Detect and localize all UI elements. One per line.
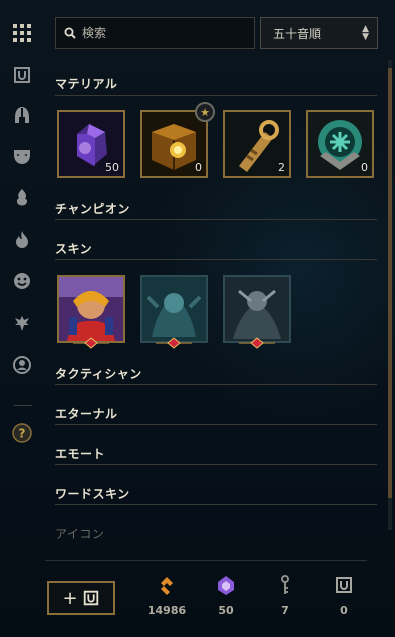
section-divider bbox=[55, 504, 377, 505]
scrollbar-thumb[interactable] bbox=[388, 68, 392, 498]
section-divider bbox=[55, 384, 377, 385]
section-title-champion[interactable]: チャンピオン bbox=[55, 200, 130, 217]
section-divider bbox=[55, 464, 377, 465]
currency-blue-essence: 14986 bbox=[142, 574, 192, 617]
skin-gem-icon bbox=[239, 337, 275, 349]
material-tile-chest[interactable]: 0 bbox=[140, 110, 208, 178]
dropdown-arrows-icon: ▲ ▼ bbox=[362, 24, 369, 42]
add-loot-button[interactable]: + bbox=[47, 581, 115, 615]
currency-value: 14986 bbox=[147, 604, 187, 617]
skin-tile[interactable] bbox=[223, 275, 291, 343]
add-label: + bbox=[62, 587, 78, 609]
blue-essence-icon bbox=[161, 577, 173, 595]
section-title-icon[interactable]: アイコン bbox=[55, 525, 104, 542]
mythic-essence-icon bbox=[218, 576, 234, 595]
help-icon[interactable]: ? bbox=[11, 422, 33, 444]
fire-icon[interactable] bbox=[11, 228, 33, 250]
item-count: 0 bbox=[361, 161, 368, 174]
currency-value: 7 bbox=[281, 604, 289, 617]
grid-icon[interactable] bbox=[11, 22, 33, 44]
section-title-emote[interactable]: エモート bbox=[55, 445, 105, 462]
search-box[interactable] bbox=[55, 17, 255, 49]
material-tile-key-fragment[interactable]: 2 bbox=[223, 110, 291, 178]
svg-text:?: ? bbox=[19, 427, 26, 441]
section-divider bbox=[55, 259, 377, 260]
section-title-materials[interactable]: マテリアル bbox=[55, 75, 117, 92]
currency-chest: 0 bbox=[319, 574, 369, 617]
skin-portrait-image bbox=[59, 277, 123, 341]
key-icon bbox=[281, 575, 289, 594]
material-tile-gem[interactable]: 50 bbox=[57, 110, 125, 178]
section-title-tactician[interactable]: タクティシャン bbox=[55, 365, 142, 382]
loot-panel: ? 五十音順 ▲▼ マテリアル 50 bbox=[0, 0, 395, 637]
flame-leaf-icon[interactable] bbox=[11, 186, 33, 208]
currency-value: 0 bbox=[340, 604, 348, 617]
section-title-skin[interactable]: スキン bbox=[55, 240, 92, 257]
sidebar: ? bbox=[0, 0, 44, 637]
mask-icon[interactable] bbox=[11, 145, 33, 167]
section-title-eternal[interactable]: エターナル bbox=[55, 405, 118, 422]
skin-portrait-image bbox=[225, 277, 289, 341]
section-divider bbox=[55, 219, 377, 220]
skin-gem-icon bbox=[156, 337, 192, 349]
footer-divider bbox=[45, 560, 367, 561]
star-badge-icon: ★ bbox=[195, 102, 215, 122]
skin-gem-icon bbox=[73, 337, 109, 349]
sort-dropdown[interactable]: 五十音順 ▲ ▼ bbox=[260, 17, 378, 49]
section-divider bbox=[55, 424, 377, 425]
currency-key: 7 bbox=[260, 574, 310, 617]
profile-icon[interactable] bbox=[11, 354, 33, 376]
helmet-icon[interactable] bbox=[11, 104, 33, 126]
search-input[interactable] bbox=[82, 26, 242, 40]
skin-tile[interactable] bbox=[140, 275, 208, 343]
smiley-icon[interactable] bbox=[11, 270, 33, 292]
item-count: 50 bbox=[105, 161, 119, 174]
loot-chest-icon[interactable] bbox=[11, 64, 33, 86]
skin-portrait-image bbox=[142, 277, 206, 341]
currency-value: 50 bbox=[218, 604, 234, 617]
skin-tile[interactable] bbox=[57, 275, 125, 343]
section-divider bbox=[55, 95, 377, 96]
item-count: 2 bbox=[278, 161, 285, 174]
currency-mythic-essence: 50 bbox=[201, 574, 251, 617]
item-count: 0 bbox=[195, 161, 202, 174]
material-tile-emblem[interactable]: 0 bbox=[306, 110, 374, 178]
search-icon bbox=[64, 27, 76, 39]
loot-chest-icon bbox=[83, 590, 98, 606]
ward-icon[interactable] bbox=[11, 312, 33, 334]
section-title-ward-skin[interactable]: ワードスキン bbox=[55, 485, 130, 502]
chest-icon bbox=[336, 577, 352, 593]
sort-value: 五十音順 bbox=[273, 26, 322, 41]
sidebar-divider bbox=[14, 405, 32, 406]
